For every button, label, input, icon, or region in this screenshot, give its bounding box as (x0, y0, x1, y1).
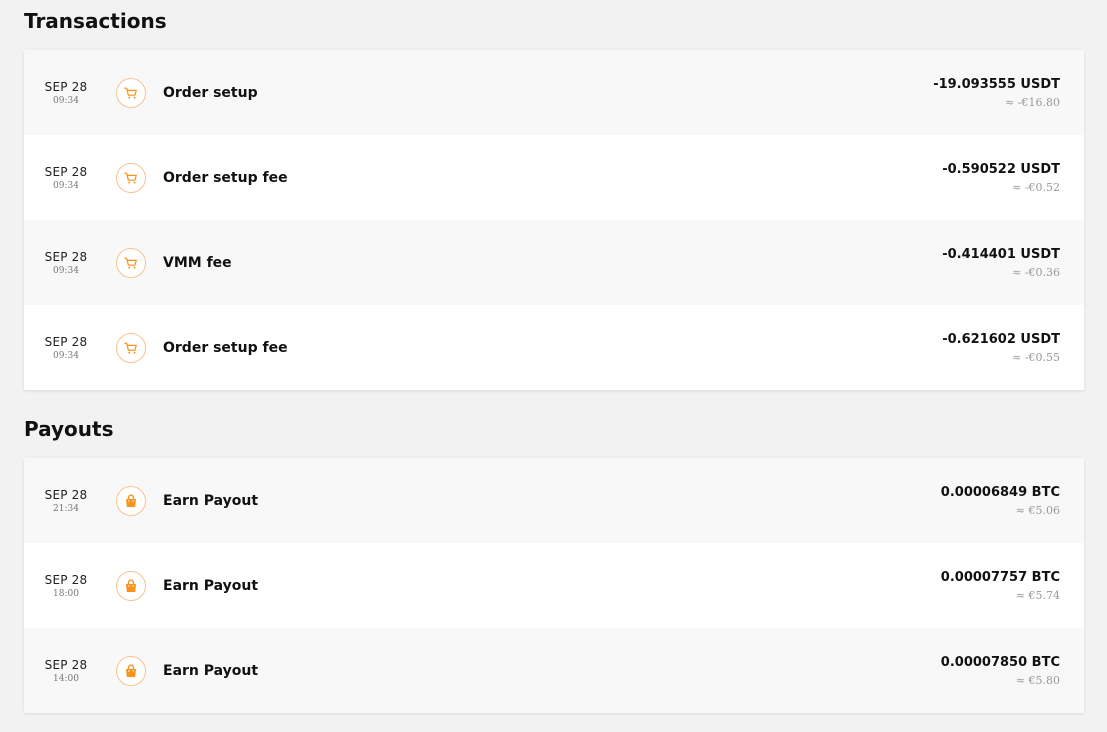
transaction-amount: -0.414401 USDT ≈ -€0.36 (942, 247, 1084, 279)
amount-fiat: ≈ €5.74 (1015, 588, 1060, 602)
date-day: SEP 28 (44, 487, 88, 502)
amount-crypto: 0.00006849 BTC (940, 484, 1060, 500)
amount-crypto: -0.621602 USDT (942, 331, 1060, 347)
amount-fiat: ≈ €5.80 (1015, 673, 1060, 687)
amount-crypto: 0.00007757 BTC (940, 569, 1060, 585)
date-time: 09:34 (53, 95, 79, 106)
payout-date: SEP 28 18:00 (24, 573, 108, 599)
payout-date: SEP 28 14:00 (24, 658, 108, 684)
transaction-date: SEP 28 09:34 (24, 80, 108, 106)
transaction-title: Order setup fee (163, 339, 288, 356)
transaction-row[interactable]: SEP 28 09:34 VMM fee -0.414401 USDT ≈ -€… (24, 220, 1084, 305)
date-day: SEP 28 (44, 572, 88, 587)
payout-title: Earn Payout (163, 577, 259, 594)
payouts-list: SEP 28 21:34 Earn Payout 0.00006849 BTC … (24, 458, 1084, 713)
payout-amount: 0.00007757 BTC ≈ €5.74 (941, 570, 1084, 602)
date-day: SEP 28 (44, 334, 88, 349)
payouts-heading: Payouts (24, 417, 114, 441)
payout-row[interactable]: SEP 28 21:34 Earn Payout 0.00006849 BTC … (24, 458, 1084, 543)
transaction-date: SEP 28 09:34 (24, 335, 108, 361)
transaction-row[interactable]: SEP 28 09:34 Order setup -19.093555 USDT… (24, 50, 1084, 135)
shopping-bag-icon (116, 570, 146, 601)
transaction-title: Order setup fee (163, 169, 288, 186)
cart-icon (116, 247, 146, 278)
cart-icon (116, 332, 146, 363)
transaction-row[interactable]: SEP 28 09:34 Order setup fee -0.590522 U… (24, 135, 1084, 220)
transaction-title: VMM fee (163, 254, 232, 271)
amount-fiat: ≈ -€0.52 (1012, 180, 1060, 194)
cart-icon (116, 77, 146, 108)
date-time: 21:34 (53, 503, 79, 514)
transaction-amount: -0.590522 USDT ≈ -€0.52 (942, 162, 1084, 194)
amount-crypto: -0.590522 USDT (942, 161, 1060, 177)
transactions-heading: Transactions (24, 9, 167, 33)
transaction-amount: -0.621602 USDT ≈ -€0.55 (942, 332, 1084, 364)
date-day: SEP 28 (44, 249, 88, 264)
amount-crypto: 0.00007850 BTC (940, 654, 1060, 670)
amount-fiat: ≈ -€0.36 (1012, 265, 1060, 279)
amount-fiat: ≈ -€0.55 (1012, 350, 1060, 364)
date-day: SEP 28 (44, 164, 88, 179)
date-day: SEP 28 (44, 657, 88, 672)
shopping-bag-icon (116, 655, 146, 686)
transaction-date: SEP 28 09:34 (24, 165, 108, 191)
amount-fiat: ≈ -€16.80 (1005, 95, 1060, 109)
amount-fiat: ≈ €5.06 (1015, 503, 1060, 517)
amount-crypto: -19.093555 USDT (933, 76, 1060, 92)
date-time: 09:34 (53, 350, 79, 361)
date-time: 09:34 (53, 265, 79, 276)
shopping-bag-icon (116, 485, 146, 516)
transaction-amount: -19.093555 USDT ≈ -€16.80 (933, 77, 1084, 109)
transactions-list: SEP 28 09:34 Order setup -19.093555 USDT… (24, 50, 1084, 390)
payout-date: SEP 28 21:34 (24, 488, 108, 514)
payout-amount: 0.00007850 BTC ≈ €5.80 (941, 655, 1084, 687)
payout-title: Earn Payout (163, 492, 259, 509)
page: Transactions SEP 28 09:34 Order setup -1… (0, 0, 1107, 732)
date-day: SEP 28 (44, 79, 88, 94)
amount-crypto: -0.414401 USDT (942, 246, 1060, 262)
transaction-date: SEP 28 09:34 (24, 250, 108, 276)
transaction-row[interactable]: SEP 28 09:34 Order setup fee -0.621602 U… (24, 305, 1084, 390)
date-time: 14:00 (53, 673, 79, 684)
transaction-title: Order setup (163, 84, 258, 101)
payout-title: Earn Payout (163, 662, 259, 679)
date-time: 18:00 (53, 588, 79, 599)
payout-amount: 0.00006849 BTC ≈ €5.06 (941, 485, 1084, 517)
payout-row[interactable]: SEP 28 18:00 Earn Payout 0.00007757 BTC … (24, 543, 1084, 628)
cart-icon (116, 162, 146, 193)
date-time: 09:34 (53, 180, 79, 191)
payout-row[interactable]: SEP 28 14:00 Earn Payout 0.00007850 BTC … (24, 628, 1084, 713)
